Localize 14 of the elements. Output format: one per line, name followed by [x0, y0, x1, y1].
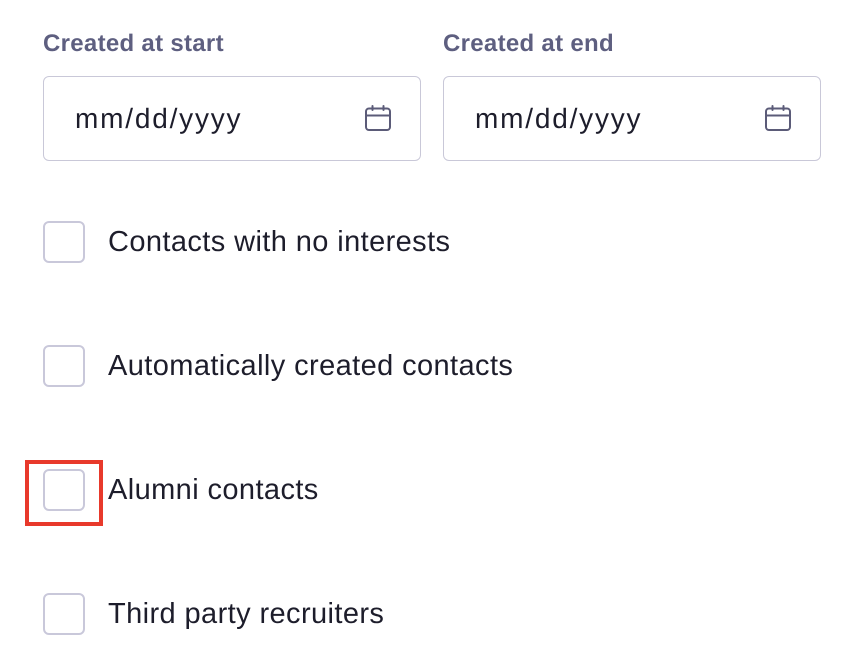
checkbox[interactable]	[43, 593, 85, 635]
checkbox[interactable]	[43, 345, 85, 387]
checkbox-label[interactable]: Third party recruiters	[108, 597, 384, 631]
checkbox[interactable]	[43, 469, 85, 511]
checkbox[interactable]	[43, 221, 85, 263]
calendar-icon[interactable]	[765, 105, 791, 131]
checkbox-label[interactable]: Alumni contacts	[108, 473, 319, 507]
checkbox-label[interactable]: Automatically created contacts	[108, 349, 514, 383]
date-field[interactable]: mm/dd/yyyy	[443, 76, 821, 161]
date-field[interactable]: mm/dd/yyyy	[43, 76, 421, 161]
field-label: Created at start	[43, 29, 224, 59]
field-label: Created at end	[443, 29, 614, 59]
checkbox-label[interactable]: Contacts with no interests	[108, 225, 450, 259]
calendar-icon[interactable]	[365, 105, 391, 131]
